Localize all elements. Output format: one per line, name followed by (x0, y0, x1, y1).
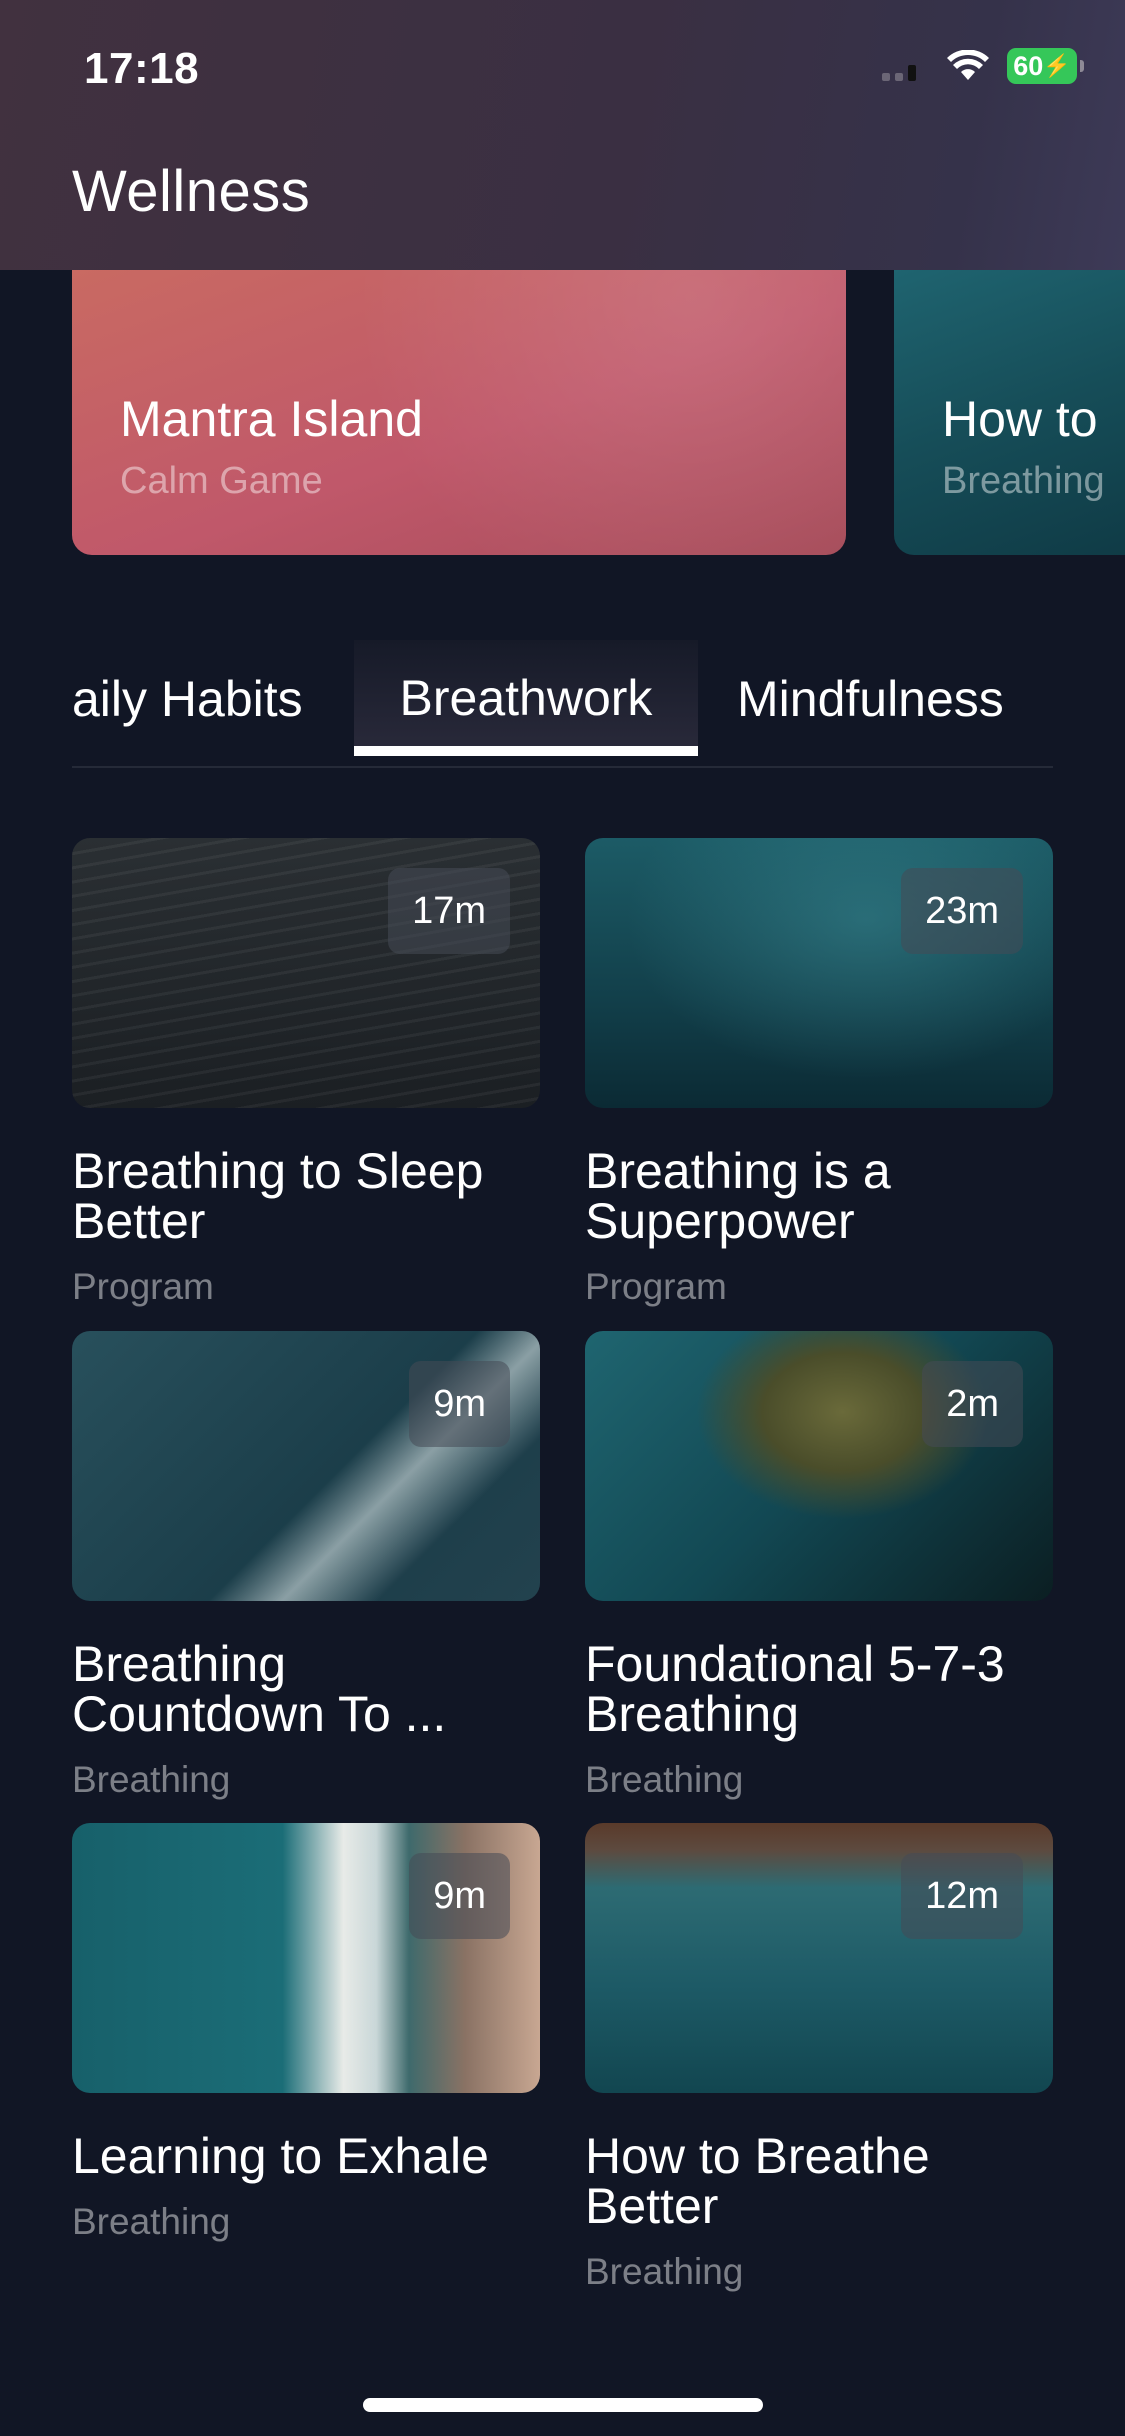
category-tabs: aily Habits Breathwork Mindfulness (72, 640, 1053, 768)
content-card[interactable]: 17m Breathing to Sleep Better Program (72, 838, 540, 1308)
featured-card-subtitle: Calm Game (120, 460, 323, 502)
card-thumbnail: 23m (585, 838, 1053, 1108)
duration-badge: 9m (409, 1361, 510, 1447)
card-type: Breathing (585, 1759, 744, 1800)
tab-daily-habits[interactable]: aily Habits (72, 670, 303, 728)
content-card[interactable]: 23m Breathing is a Superpower Program (585, 838, 1053, 1308)
card-thumbnail: 17m (72, 838, 540, 1108)
tab-breathwork[interactable]: Breathwork (354, 640, 698, 756)
content-card[interactable]: 9m Breathing Countdown To ... Breathing (72, 1331, 540, 1801)
duration-badge: 17m (388, 868, 510, 954)
duration-badge: 23m (901, 868, 1023, 954)
card-thumbnail: 2m (585, 1331, 1053, 1601)
featured-card-mantra-island[interactable]: Mantra Island Calm Game (72, 268, 846, 555)
tab-label: Breathwork (399, 670, 653, 726)
duration-badge: 12m (901, 1853, 1023, 1939)
content-card[interactable]: 9m Learning to Exhale Breathing (72, 1823, 540, 2243)
card-thumbnail: 12m (585, 1823, 1053, 2093)
featured-card-title: Mantra Island (120, 391, 423, 447)
wifi-icon (947, 50, 989, 80)
featured-card-how-to[interactable]: How to Breathing (894, 268, 1125, 555)
card-title: Breathing Countdown To ... (72, 1636, 447, 1742)
duration-badge: 9m (409, 1853, 510, 1939)
card-type: Breathing (585, 2251, 744, 2292)
card-type: Program (585, 1266, 727, 1307)
content-card[interactable]: 12m How to Breathe Better Breathing (585, 1823, 1053, 2293)
content-card[interactable]: 2m Foundational 5-7-3 Breathing Breathin… (585, 1331, 1053, 1801)
duration-badge: 2m (922, 1361, 1023, 1447)
app-header: 17:18 60 ⚡ Wellness (0, 0, 1125, 270)
battery-level: 60 (1013, 50, 1044, 81)
status-time: 17:18 (84, 44, 200, 93)
card-thumbnail: 9m (72, 1331, 540, 1601)
tab-mindfulness[interactable]: Mindfulness (737, 670, 1004, 728)
battery-icon: 60 ⚡ (1007, 48, 1084, 84)
card-type: Breathing (72, 2201, 231, 2242)
card-title: How to Breathe Better (585, 2128, 930, 2234)
card-type: Breathing (72, 1759, 231, 1800)
featured-card-subtitle: Breathing (942, 460, 1105, 502)
card-type: Program (72, 1266, 214, 1307)
card-title: Breathing to Sleep Better (72, 1143, 484, 1249)
tab-active-indicator (354, 746, 698, 756)
page-title: Wellness (72, 159, 311, 224)
card-thumbnail: 9m (72, 1823, 540, 2093)
featured-card-title: How to (942, 391, 1098, 447)
card-title: Learning to Exhale (72, 2128, 489, 2184)
cellular-signal-icon (882, 51, 929, 81)
status-icons: 60 ⚡ (882, 48, 1084, 84)
card-title: Foundational 5-7-3 Breathing (585, 1636, 1005, 1742)
card-title: Breathing is a Superpower (585, 1143, 891, 1249)
home-indicator[interactable] (363, 2398, 763, 2412)
